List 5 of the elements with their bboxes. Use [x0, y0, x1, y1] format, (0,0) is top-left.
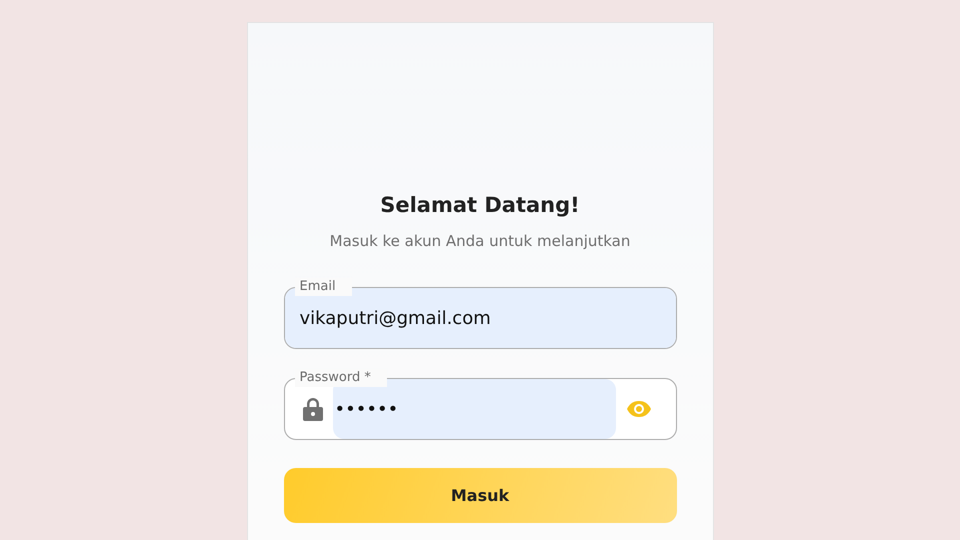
subtitle: Masuk ke akun Anda untuk melanjutkan	[328, 232, 632, 250]
login-button[interactable]: Masuk	[284, 468, 676, 523]
eye-icon[interactable]	[626, 400, 652, 418]
lock-icon	[302, 397, 322, 421]
welcome-title: Selamat Datang!	[379, 193, 581, 217]
